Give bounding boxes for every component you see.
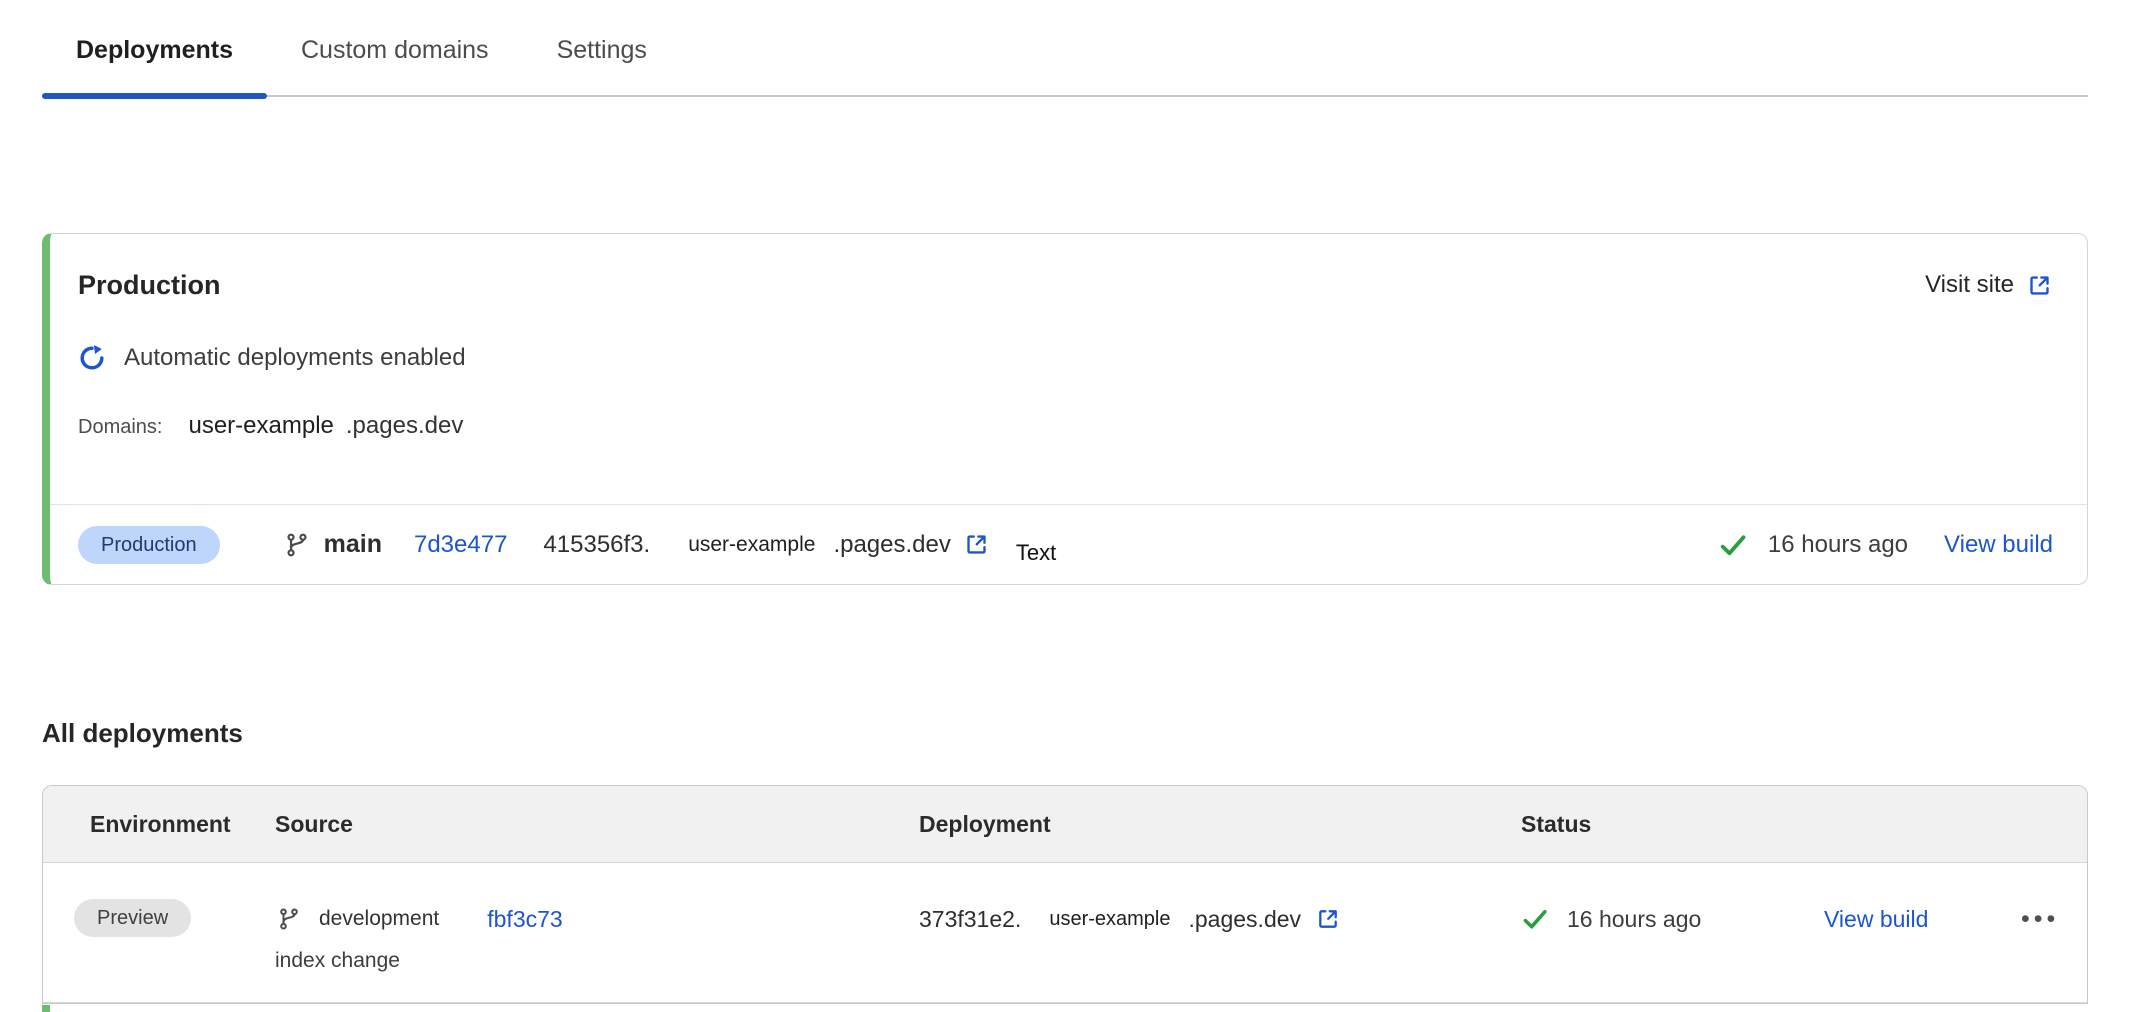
deployment-url-name: user-example bbox=[688, 533, 815, 557]
deployment-url-name: user-example bbox=[1049, 899, 1170, 939]
auto-deployments-row: Automatic deployments enabled bbox=[78, 344, 2053, 372]
table-row: Preview development fbf3c73 bbox=[43, 863, 2087, 1003]
deployment-url-suffix: .pages.dev bbox=[1189, 899, 1302, 939]
domains-label: Domains: bbox=[78, 416, 162, 439]
view-build-link[interactable]: View build bbox=[1944, 531, 2053, 559]
deployment-url-suffix: .pages.dev bbox=[833, 531, 950, 559]
visit-site-label: Visit site bbox=[1925, 271, 2014, 299]
external-link-icon[interactable] bbox=[1315, 906, 1341, 932]
branch-name: development bbox=[319, 899, 439, 939]
refresh-icon bbox=[78, 344, 106, 372]
column-header-environment: Environment bbox=[43, 811, 275, 838]
view-build-link[interactable]: View build bbox=[1824, 906, 1928, 932]
production-card-header: Production Visit site bbox=[50, 234, 2087, 302]
column-header-status: Status bbox=[1521, 811, 1821, 838]
next-row-green-border bbox=[42, 1005, 50, 1012]
auto-deployments-text: Automatic deployments enabled bbox=[124, 344, 466, 372]
environment-badge: Preview bbox=[74, 899, 191, 937]
production-title: Production bbox=[78, 268, 221, 302]
tab-custom-domains[interactable]: Custom domains bbox=[267, 4, 523, 95]
visit-site-link[interactable]: Visit site bbox=[1925, 271, 2053, 299]
check-icon bbox=[1521, 905, 1549, 933]
deployment-url-prefix: 373f31e2. bbox=[919, 899, 1021, 939]
branch-name: main bbox=[324, 530, 382, 559]
more-options-button[interactable]: ••• bbox=[2021, 899, 2087, 939]
external-link-icon bbox=[2026, 272, 2053, 299]
environment-badge: Production bbox=[78, 526, 220, 564]
deployment-time: 16 hours ago bbox=[1567, 899, 1701, 939]
table-header: Environment Source Deployment Status bbox=[43, 786, 2087, 863]
commit-link[interactable]: fbf3c73 bbox=[487, 899, 562, 939]
git-branch-icon bbox=[284, 532, 310, 558]
production-card: Production Visit site Automa bbox=[42, 233, 2088, 585]
production-deployment-row: Production main 7d3e477 415356f3. user-e… bbox=[50, 504, 2087, 584]
deployments-page: Deployments Custom domains Settings Prod… bbox=[0, 0, 2132, 1012]
check-icon bbox=[1718, 530, 1748, 560]
tab-deployments[interactable]: Deployments bbox=[42, 4, 267, 95]
deployment-time: 16 hours ago bbox=[1768, 531, 1908, 559]
column-header-source: Source bbox=[275, 811, 919, 838]
deployment-url-prefix: 415356f3. bbox=[543, 531, 650, 559]
git-branch-icon bbox=[277, 907, 301, 931]
commit-message: index change bbox=[275, 945, 919, 977]
domain-suffix: .pages.dev bbox=[346, 412, 463, 440]
tab-settings[interactable]: Settings bbox=[523, 4, 681, 95]
commit-link[interactable]: 7d3e477 bbox=[414, 531, 507, 559]
deployment-note: Text bbox=[1016, 540, 1056, 566]
domains-row: Domains: user-example .pages.dev bbox=[78, 412, 2053, 440]
external-link-icon[interactable] bbox=[963, 531, 990, 558]
column-header-deployment: Deployment bbox=[919, 811, 1521, 838]
deployments-table: Environment Source Deployment Status Pre… bbox=[42, 785, 2088, 1004]
domain-name: user-example bbox=[188, 412, 333, 440]
tab-bar: Deployments Custom domains Settings bbox=[42, 0, 2088, 97]
all-deployments-title: All deployments bbox=[42, 718, 243, 749]
